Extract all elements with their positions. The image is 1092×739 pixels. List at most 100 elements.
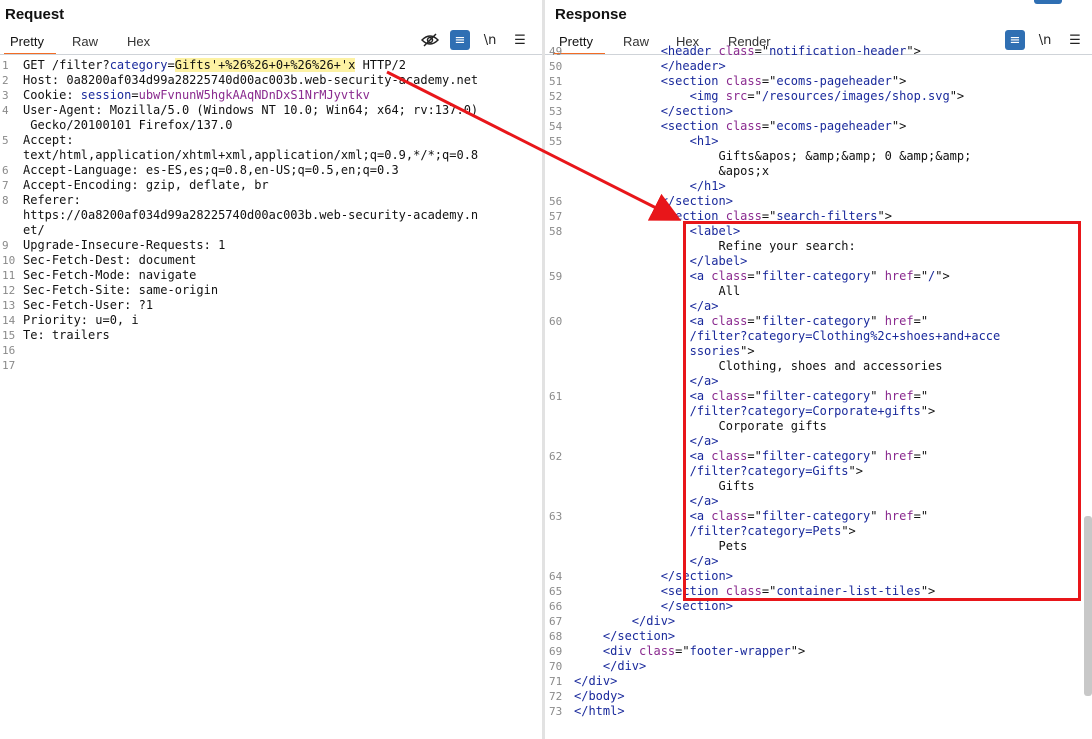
annotation-highlight-box (683, 221, 1081, 601)
request-line-number: 15 (2, 329, 16, 342)
request-line-text: Host: 0a8200af034d99a28225740d00ac003b.w… (23, 73, 478, 88)
request-line: 7 Accept-Encoding: gzip, deflate, br (0, 178, 542, 193)
request-line: 6 Accept-Language: es-ES,es;q=0.8,en-US;q… (0, 163, 542, 178)
response-line: 54 <section class="ecoms-pageheader"> (545, 119, 1092, 134)
response-line: 73 </html> (545, 704, 1092, 719)
code-token: Sec-Fetch-Dest: document (23, 253, 197, 267)
code-token: = (167, 58, 175, 72)
code-token: class (725, 119, 762, 133)
request-line: text/html,application/xhtml+xml,applicat… (0, 148, 542, 163)
request-line-text: text/html,application/xhtml+xml,applicat… (23, 148, 478, 163)
response-line: </h1> (545, 179, 1092, 194)
response-line-text: </header> (574, 59, 726, 74)
response-line-text: <section class="ecoms-pageheader"> (574, 74, 907, 89)
request-line-text: Gecko/20100101 Firefox/137.0 (23, 118, 233, 133)
code-token: <h1> (689, 134, 719, 148)
request-line: 2 Host: 0a8200af034d99a28225740d00ac003b.… (0, 73, 542, 88)
menu-icon[interactable]: ☰ (510, 30, 530, 50)
code-token: GET /filter? (23, 58, 110, 72)
response-line-text: <section class="ecoms-pageheader"> (574, 119, 907, 134)
request-line: 10 Sec-Fetch-Dest: document (0, 253, 542, 268)
code-token: class (725, 74, 762, 88)
window-control-strip (1034, 0, 1062, 4)
request-line: 16 (0, 343, 542, 358)
request-pane: Request Pretty Raw Hex ≡ \n ☰ 1 GET /filt… (0, 0, 542, 739)
code-token: </section> (602, 629, 676, 643)
request-line-number: 17 (2, 359, 16, 372)
request-line-text: Sec-Fetch-Dest: document (23, 253, 196, 268)
response-line: 68 </section> (545, 629, 1092, 644)
response-line-number: 73 (549, 705, 563, 718)
request-tab-pretty[interactable]: Pretty (10, 34, 44, 49)
request-line-text: Te: trailers (23, 328, 110, 343)
code-token: Sec-Fetch-Site: same-origin (23, 283, 219, 297)
response-line: 72 </body> (545, 689, 1092, 704)
response-line-number: 60 (549, 315, 563, 328)
response-line-text: </div> (574, 674, 617, 689)
code-token: ubwFvnunW5hgkAAqNDnDxS1NrMJyvtkv (138, 88, 370, 102)
code-token: </section> (660, 599, 733, 613)
code-token: </html> (574, 704, 625, 718)
code-token: "> (790, 644, 806, 658)
response-line-number: 55 (549, 135, 563, 148)
code-token: <header (660, 44, 719, 58)
response-line-text: </h1> (574, 179, 726, 194)
response-line: 53 </section> (545, 104, 1092, 119)
request-line-number: 7 (2, 179, 9, 192)
response-line-text: </div> (574, 659, 646, 674)
response-line: 67 </div> (545, 614, 1092, 629)
code-token: <section (660, 74, 726, 88)
response-line-number: 54 (549, 120, 563, 133)
newline-icon[interactable]: \n (480, 30, 500, 50)
request-line-text: Accept-Language: es-ES,es;q=0.8,en-US;q=… (23, 163, 399, 178)
code-token: /resources/images/shop.svg (761, 89, 950, 103)
response-line-number: 70 (549, 660, 563, 673)
response-line-number: 69 (549, 645, 563, 658)
code-token: Sec-Fetch-Mode: navigate (23, 268, 197, 282)
request-line-number: 14 (2, 314, 16, 327)
code-token: Gecko/20100101 Firefox/137.0 (23, 118, 233, 132)
response-scrollbar[interactable] (1084, 516, 1092, 696)
code-token: =" (675, 644, 690, 658)
request-line: 8 Referer: (0, 193, 542, 208)
hide-eye-icon[interactable] (420, 30, 440, 50)
response-line-text: </section> (574, 599, 733, 614)
request-line: 14 Priority: u=0, i (0, 313, 542, 328)
code-token: https://0a8200af034d99a28225740d00ac003b… (23, 208, 479, 222)
response-line: Gifts&apos; &amp;&amp; 0 &amp;&amp; (545, 149, 1092, 164)
code-token: </h1> (689, 179, 726, 193)
code-token: </section> (660, 194, 733, 208)
response-line-number: 50 (549, 60, 563, 73)
response-line-text: <header class="notification-header"> (574, 44, 921, 59)
request-line-number: 6 (2, 164, 9, 177)
request-line: 12 Sec-Fetch-Site: same-origin (0, 283, 542, 298)
code-token: =" (754, 44, 770, 58)
code-token: ecoms-pageheader (776, 74, 892, 88)
code-token: text/html,application/xhtml+xml,applicat… (23, 148, 479, 162)
response-line-number: 63 (549, 510, 563, 523)
request-tab-hex[interactable]: Hex (127, 34, 150, 49)
code-token: User-Agent: Mozilla/5.0 (Windows NT 10.0… (23, 103, 479, 117)
code-token: </body> (574, 689, 625, 703)
request-editor[interactable]: 1 GET /filter?category=Gifts'+%26%26+0+%2… (0, 58, 542, 373)
response-line: 70 </div> (545, 659, 1092, 674)
request-tab-raw[interactable]: Raw (72, 34, 98, 49)
request-line-number: 11 (2, 269, 16, 282)
request-line: 15 Te: trailers (0, 328, 542, 343)
word-wrap-icon[interactable]: ≡ (450, 30, 470, 50)
request-line-number: 3 (2, 89, 9, 102)
